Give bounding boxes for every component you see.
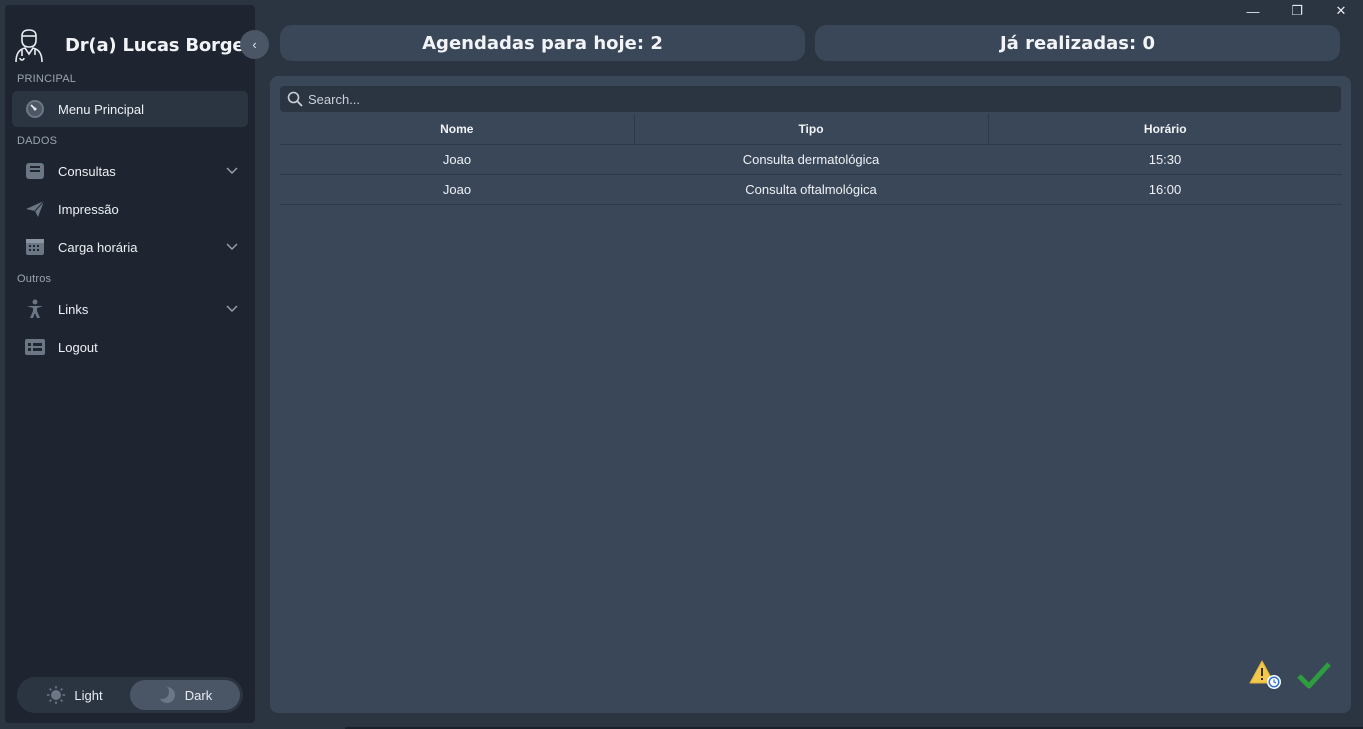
sidebar-item-label: Menu Principal — [58, 101, 144, 117]
column-header-nome[interactable]: Nome — [280, 114, 635, 145]
cell-nome: Joao — [280, 144, 634, 175]
confirm-button[interactable] — [1297, 660, 1331, 690]
person-figure-icon — [24, 298, 46, 320]
theme-light-option[interactable]: Light — [20, 680, 130, 710]
chevron-down-icon[interactable] — [226, 164, 238, 176]
chevron-down-icon[interactable] — [226, 240, 238, 252]
panel-actions — [1249, 659, 1331, 691]
appointments-panel: Nome Tipo Horário Joao Consulta dermatol… — [270, 76, 1351, 713]
section-title-dados: DADOS — [17, 135, 58, 147]
theme-toggle: Light Dark — [17, 677, 243, 713]
theme-light-label: Light — [74, 687, 103, 703]
restore-button[interactable]: ❐ — [1275, 0, 1319, 22]
pending-warning-button[interactable] — [1249, 659, 1283, 691]
sidebar-item-consultas[interactable]: Consultas — [12, 153, 248, 189]
user-profile: Dr(a) Lucas Borges — [13, 25, 255, 65]
doctor-avatar-icon — [15, 29, 43, 63]
dashboard-gauge-icon — [24, 98, 46, 120]
column-header-tipo[interactable]: Tipo — [634, 114, 989, 145]
sun-icon — [47, 686, 66, 704]
column-header-horario[interactable]: Horário — [988, 114, 1342, 145]
minimize-button[interactable]: — — [1231, 0, 1275, 22]
search-icon — [287, 91, 303, 107]
table-row[interactable]: Joao Consulta dermatológica 15:30 — [280, 144, 1342, 175]
cell-horario: 16:00 — [988, 174, 1342, 205]
window-controls: — ❐ ✕ — [1231, 0, 1363, 22]
table-header-row: Nome Tipo Horário — [280, 114, 1342, 145]
appointments-table: Nome Tipo Horário Joao Consulta dermatol… — [280, 114, 1342, 205]
paper-plane-icon — [24, 198, 46, 220]
sidebar-item-links[interactable]: Links — [12, 291, 248, 327]
search-input[interactable] — [308, 91, 1308, 107]
sidebar-item-logout[interactable]: Logout — [12, 329, 248, 365]
calendar-grid-icon — [24, 236, 46, 258]
sidebar-item-menu-principal[interactable]: Menu Principal — [12, 91, 248, 127]
completed-stat: Já realizadas: 0 — [815, 25, 1340, 61]
section-title-outros: Outros — [17, 273, 52, 285]
warning-clock-icon — [1249, 660, 1281, 689]
section-title-principal: PRINCIPAL — [17, 73, 77, 85]
sidebar-item-label: Consultas — [58, 163, 116, 179]
list-card-icon — [24, 336, 46, 358]
sidebar-item-label: Links — [58, 301, 89, 317]
sidebar-item-label: Impressão — [58, 201, 119, 217]
sidebar-item-carga-horaria[interactable]: Carga horária — [12, 229, 248, 265]
close-button[interactable]: ✕ — [1319, 0, 1363, 22]
table-row[interactable]: Joao Consulta oftalmológica 16:00 — [280, 174, 1342, 205]
collapse-sidebar-button[interactable]: ‹ — [240, 30, 269, 59]
chevron-down-icon[interactable] — [226, 302, 238, 314]
theme-dark-label: Dark — [184, 687, 213, 703]
sidebar: Dr(a) Lucas Borges PRINCIPAL Menu Princi… — [5, 5, 255, 723]
cell-tipo: Consulta oftalmológica — [634, 174, 988, 205]
cell-nome: Joao — [280, 174, 634, 205]
sidebar-item-label: Logout — [58, 339, 98, 355]
sidebar-item-impressao[interactable]: Impressão — [12, 191, 248, 227]
user-name: Dr(a) Lucas Borges — [65, 34, 255, 56]
cell-tipo: Consulta dermatológica — [634, 144, 988, 175]
sidebar-item-label: Carga horária — [58, 239, 138, 255]
checkmark-icon — [1297, 662, 1331, 689]
cell-horario: 15:30 — [988, 144, 1342, 175]
moon-icon — [157, 686, 176, 704]
search-bar — [280, 86, 1341, 112]
theme-dark-option[interactable]: Dark — [130, 680, 240, 710]
scheduled-today-stat: Agendadas para hoje: 2 — [280, 25, 805, 61]
inbox-tray-icon — [24, 160, 46, 182]
